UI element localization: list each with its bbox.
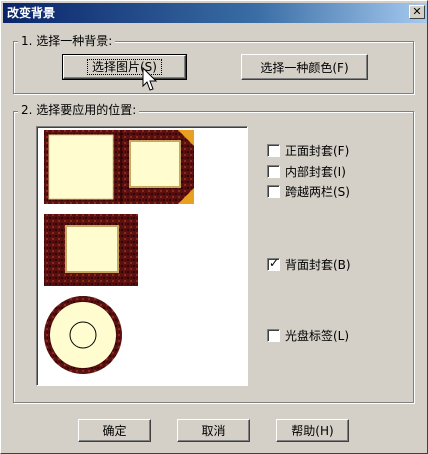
option-inside-cover[interactable]: 内部封套(I) bbox=[267, 163, 346, 179]
close-button[interactable]: ✕ bbox=[409, 5, 425, 19]
cancel-button[interactable]: 取消 bbox=[177, 419, 250, 442]
option-disc-label[interactable]: 光盘标签(L) bbox=[267, 327, 349, 343]
disc-label-checkbox[interactable] bbox=[267, 328, 280, 342]
layout-preview[interactable] bbox=[36, 126, 248, 386]
window-title: 改变背景 bbox=[7, 6, 56, 20]
help-button[interactable]: 帮助(H) bbox=[276, 419, 349, 442]
disc-label-label: 光盘标签(L) bbox=[285, 328, 350, 343]
ok-button[interactable]: 确定 bbox=[78, 419, 151, 442]
back-cover-checkbox[interactable]: ✓ bbox=[267, 255, 280, 271]
ok-label: 确定 bbox=[102, 424, 127, 438]
title-bar[interactable]: 改变背景 ✕ bbox=[3, 3, 427, 23]
mouse-pointer-icon bbox=[142, 67, 158, 91]
cover-spread-thumbnail[interactable] bbox=[44, 130, 194, 204]
choose-picture-button[interactable]: 选择图片(S) bbox=[62, 54, 187, 80]
front-cover-label: 正面封套(F) bbox=[285, 143, 350, 158]
span-both-checkbox[interactable] bbox=[267, 184, 280, 198]
front-cover-checkbox[interactable] bbox=[267, 143, 280, 157]
option-span-both[interactable]: 跨越两栏(S) bbox=[267, 183, 350, 199]
span-both-label: 跨越两栏(S) bbox=[285, 184, 350, 199]
cancel-label: 取消 bbox=[201, 424, 226, 438]
option-back-cover[interactable]: ✓ 背面封套(B) bbox=[267, 256, 351, 272]
option-front-cover[interactable]: 正面封套(F) bbox=[267, 142, 349, 158]
disc-label-thumbnail[interactable] bbox=[44, 296, 122, 374]
background-choice-legend: 1. 选择一种背景: bbox=[18, 34, 116, 48]
inside-cover-label: 内部封套(I) bbox=[285, 164, 346, 179]
check-icon: ✓ bbox=[269, 255, 280, 270]
change-background-dialog: 改变背景 ✕ 1. 选择一种背景: 选择图片(S) 选择一种颜色(F) 2. 选… bbox=[0, 0, 428, 454]
back-cover-label: 背面封套(B) bbox=[285, 257, 351, 272]
inside-cover-checkbox[interactable] bbox=[267, 164, 280, 178]
apply-location-legend: 2. 选择要应用的位置: bbox=[18, 103, 140, 117]
layout-preview-graphic bbox=[44, 130, 194, 374]
back-cover-thumbnail[interactable] bbox=[44, 214, 138, 286]
close-icon: ✕ bbox=[412, 5, 422, 18]
choose-color-label: 选择一种颜色(F) bbox=[260, 60, 349, 75]
choose-color-button[interactable]: 选择一种颜色(F) bbox=[241, 54, 368, 80]
help-label: 帮助(H) bbox=[291, 424, 334, 438]
